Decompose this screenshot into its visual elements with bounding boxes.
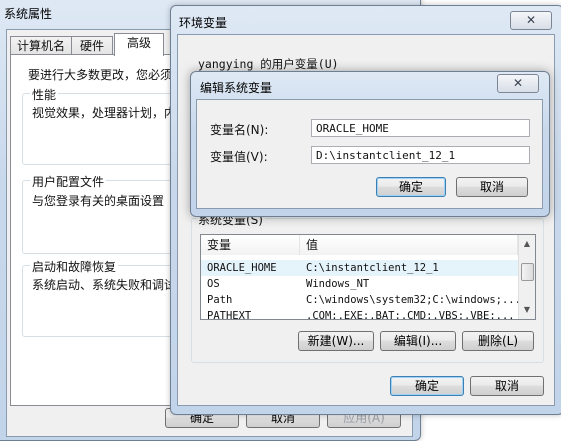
performance-label: 性能 xyxy=(30,86,59,103)
column-header-value[interactable]: 值 xyxy=(300,235,518,255)
variable-name-label: 变量名(N): xyxy=(210,123,269,137)
close-icon: ✕ xyxy=(512,76,524,90)
column-header-variable[interactable]: 变量 xyxy=(201,235,300,255)
row-variable-name: PATHEXT xyxy=(207,310,252,320)
list-scrollbar[interactable]: ▲ ▼ xyxy=(518,235,535,319)
row-variable-name: OS xyxy=(207,278,220,290)
user-profile-label: 用户配置文件 xyxy=(30,173,107,190)
row-variable-value: C:\instantclient_12_1 xyxy=(306,262,439,274)
table-row[interactable]: PATHEXT .COM;.EXE;.BAT;.CMD;.VBS;.VBE;..… xyxy=(201,308,518,320)
edit-dialog-ok-button[interactable]: 确定 xyxy=(376,177,446,197)
environment-variables-ok-button[interactable]: 确定 xyxy=(390,376,464,396)
variable-name-field[interactable]: ORACLE_HOME xyxy=(311,119,530,137)
row-variable-name: ORACLE_HOME xyxy=(207,262,277,274)
user-vars-label: yangying 的用户变量(U) xyxy=(198,57,339,71)
table-row[interactable]: Path C:\windows\system32;C:\windows;... xyxy=(201,292,521,308)
row-variable-name: Path xyxy=(207,294,233,306)
edit-system-variable-close-button[interactable]: ✕ xyxy=(497,74,539,93)
edit-system-variable-title: 编辑系统变量 xyxy=(200,81,273,95)
startup-recovery-label: 启动和故障恢复 xyxy=(30,258,119,275)
row-variable-value: Windows_NT xyxy=(306,278,370,290)
system-properties-title: 系统属性 xyxy=(4,7,53,21)
intro-text: 要进行大多数更改，您必须 xyxy=(28,68,173,82)
scroll-down-icon[interactable]: ▼ xyxy=(520,303,534,317)
scroll-up-icon[interactable]: ▲ xyxy=(520,237,534,251)
edit-dialog-cancel-button[interactable]: 取消 xyxy=(456,177,528,197)
variable-value-label: 变量值(V): xyxy=(210,150,268,164)
table-row[interactable]: OS Windows_NT xyxy=(201,276,518,292)
table-row[interactable]: ORACLE_HOME C:\instantclient_12_1 xyxy=(201,260,518,276)
environment-variables-title: 环境变量 xyxy=(179,16,228,30)
user-profile-desc: 与您登录有关的桌面设置 xyxy=(32,194,165,208)
environment-variables-close-button[interactable]: ✕ xyxy=(510,11,552,30)
tab-computer-name[interactable]: 计算机名 xyxy=(10,36,72,55)
performance-desc: 视觉效果，处理器计划，内 xyxy=(32,106,177,120)
new-variable-button[interactable]: 新建(W)... xyxy=(298,331,374,351)
variable-value-field[interactable]: D:\instantclient_12_1 xyxy=(311,146,530,164)
edit-variable-button[interactable]: 编辑(I)... xyxy=(380,331,456,351)
system-vars-list[interactable]: 变量 值 ORACLE_HOME C:\instantclient_12_1 O… xyxy=(200,234,536,320)
tab-advanced[interactable]: 高级 xyxy=(114,33,164,56)
row-variable-value: .COM;.EXE;.BAT;.CMD;.VBS;.VBE;... xyxy=(306,310,515,320)
scroll-thumb[interactable] xyxy=(521,263,534,281)
tab-hardware[interactable]: 硬件 xyxy=(71,36,113,55)
environment-variables-cancel-button[interactable]: 取消 xyxy=(470,376,544,396)
startup-recovery-desc: 系统启动、系统失败和调试 xyxy=(32,278,177,292)
row-variable-value: C:\windows\system32;C:\windows;... xyxy=(306,294,521,306)
close-icon: ✕ xyxy=(525,13,537,27)
delete-variable-button[interactable]: 删除(L) xyxy=(462,331,534,351)
